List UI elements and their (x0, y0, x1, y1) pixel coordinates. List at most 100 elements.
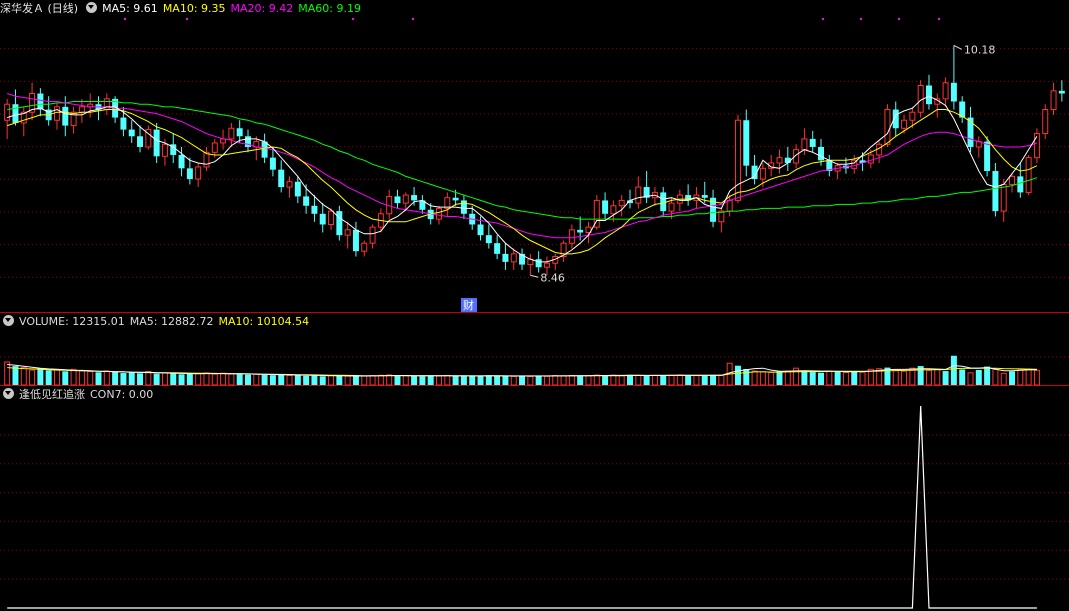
candle-body-up (726, 199, 733, 212)
volume-bar-up (369, 375, 376, 386)
volume-bar-up (768, 371, 775, 386)
event-marker (352, 18, 354, 20)
volume-bar-down (643, 375, 650, 385)
candle-body-down (477, 224, 484, 236)
candle-body-up (328, 210, 335, 225)
volume-bar-down (62, 371, 69, 385)
volume-bar-down (95, 372, 102, 385)
volume-bar-down (112, 371, 119, 385)
volume-bar-down (244, 374, 251, 385)
event-marker (124, 18, 126, 20)
volume-bar-up (211, 373, 218, 386)
ma20-line (7, 93, 1038, 239)
event-marker (822, 18, 824, 20)
candle-body-up (53, 106, 60, 121)
candle-body-up (1009, 175, 1016, 185)
candle-body-up (734, 119, 741, 201)
volume-bar-up (1017, 369, 1024, 386)
chevron-down-circle-icon[interactable] (86, 2, 98, 13)
high-annotation: 10.18 (964, 43, 996, 56)
candle-body-down (1058, 90, 1065, 94)
volume-bar-up (925, 369, 932, 386)
indicator-pane: 逢低见红追涨 CON7: 0.00 (0, 386, 1069, 611)
candle-body-up (543, 262, 550, 268)
volume-bar-up (4, 361, 11, 386)
volume-bar-down (452, 375, 459, 385)
candle-body-down (809, 138, 816, 147)
candle-body-down (128, 129, 135, 137)
volume-bar-up (618, 375, 625, 386)
low-annotation: 8.46 (540, 271, 565, 284)
volume-bar-down (303, 375, 310, 385)
candle-body-down (278, 169, 285, 188)
security-title: 深华发Ａ (日线) (0, 2, 79, 15)
candle-body-up (568, 229, 575, 244)
volume-bar-up (759, 371, 766, 386)
candle-body-down (303, 196, 310, 206)
indicator-name: 逢低见红追涨 (19, 388, 85, 401)
ma5-line (7, 95, 1038, 263)
volume-header: VOLUME: 12315.01 MA5: 12882.72 MA10: 10104… (0, 314, 314, 330)
volume-bar-down (311, 375, 318, 385)
volume-bar-up (934, 368, 941, 386)
volume-bar-up (901, 370, 908, 386)
volume-bar-down (12, 366, 19, 385)
volume-bar-up (228, 373, 235, 386)
volume-bar-down (170, 373, 177, 385)
volume-bar-down (1009, 371, 1016, 385)
volume-bar-up (668, 375, 675, 386)
volume-ma10-label: MA10: 10104.54 (218, 315, 310, 328)
volume-bar-down (419, 376, 426, 385)
volume-bar-up (527, 376, 534, 386)
volume-bar-down (178, 374, 185, 385)
volume-bar-down (801, 370, 808, 385)
candle-body-up (610, 205, 617, 215)
volume-chevron-icon[interactable] (3, 315, 14, 326)
candle-body-down (261, 141, 268, 158)
volume-bar-down (950, 355, 957, 385)
candle-body-down (701, 195, 708, 198)
candle-body-up (78, 106, 85, 113)
volume-bar-up (203, 372, 210, 386)
con7-line (7, 405, 1037, 609)
volume-bar-up (402, 375, 409, 386)
volume-bar-up (967, 372, 974, 386)
candle-body-up (618, 199, 625, 207)
volume-bar-down (411, 375, 418, 385)
candle-body-up (4, 103, 11, 121)
volume-bar-down (577, 376, 584, 385)
volume-bar-down (278, 374, 285, 385)
ma10-label: MA10: 9.35 (162, 2, 226, 15)
candle-body-up (211, 142, 218, 153)
volume-bar-up (344, 375, 351, 386)
volume-bar-down (261, 374, 268, 385)
candle-body-down (460, 200, 467, 214)
candle-body-down (602, 200, 609, 214)
volume-bar-down (352, 376, 359, 385)
volume-bar-down (485, 375, 492, 385)
volume-bar-down (519, 376, 526, 385)
ma5-label: MA5: 9.61 (102, 2, 158, 15)
volume-bar-down (743, 369, 750, 385)
candle-body-down (336, 211, 343, 236)
volume-bar-down (975, 369, 982, 385)
candle-body-up (884, 109, 891, 145)
candle-body-up (1000, 183, 1007, 212)
candle-body-down (269, 157, 276, 170)
candle-body-down (925, 85, 932, 105)
candle-body-up (369, 226, 376, 244)
candle-body-down (311, 205, 318, 214)
volume-bar-down (294, 374, 301, 385)
indicator-chevron-icon[interactable] (3, 388, 14, 399)
candle-body-down (319, 213, 326, 225)
volume-bar-up (361, 375, 368, 386)
candle-body-down (818, 146, 825, 161)
volume-bar-up (1000, 372, 1007, 386)
candle-body-up (1042, 109, 1049, 135)
candle-body-down (120, 117, 127, 130)
volume-bar-up (826, 370, 833, 386)
volume-ma10-line (7, 367, 1037, 377)
candle-body-up (361, 242, 368, 252)
volume-bar-up (568, 374, 575, 386)
volume-bar-up (29, 369, 36, 386)
